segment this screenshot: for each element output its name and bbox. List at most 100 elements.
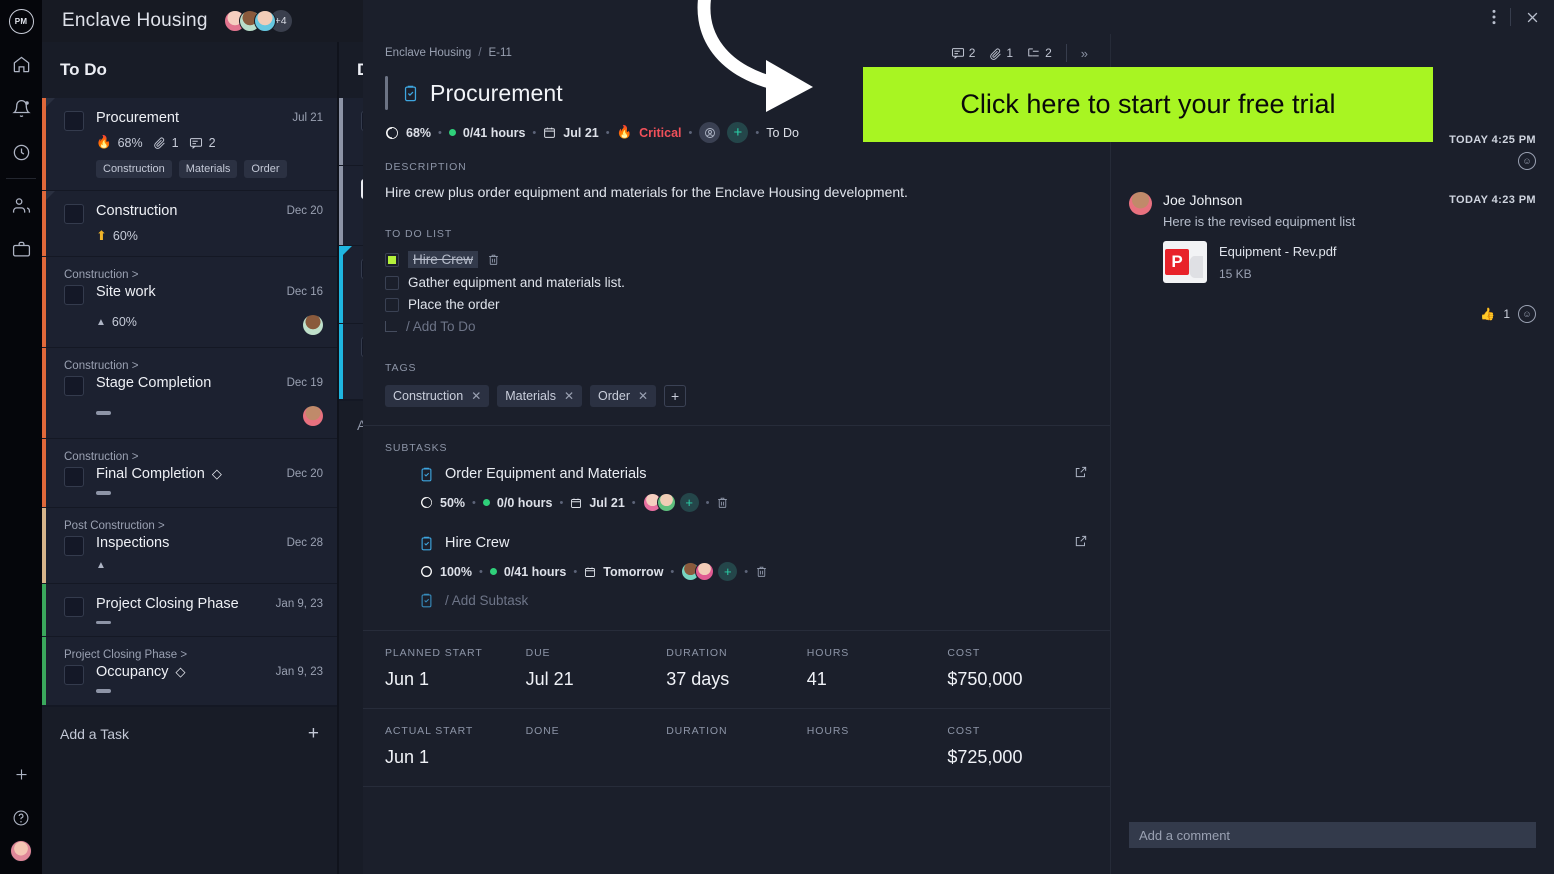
task-checkbox[interactable] <box>64 596 84 617</box>
subtask-progress[interactable]: 50% <box>440 496 465 510</box>
detail-scroll-region[interactable]: DESCRIPTION Hire crew plus order equipme… <box>363 143 1110 874</box>
detail-hours[interactable]: 0/41 hours <box>463 126 526 140</box>
member-avatars[interactable]: +4 <box>223 9 293 33</box>
task-checkbox[interactable] <box>64 665 84 685</box>
subtask-assignees[interactable]: + <box>681 562 738 581</box>
add-task-button[interactable]: Add a Task + <box>42 705 337 761</box>
add-icon[interactable] <box>0 752 42 796</box>
task-card-final-completion[interactable]: Construction > Final Completion ◇ Dec 20 <box>42 439 337 508</box>
open-subtask-icon[interactable] <box>1074 465 1088 483</box>
add-reaction-icon[interactable]: ☺ <box>1518 305 1536 323</box>
dash-icon <box>96 689 111 693</box>
remove-tag-icon[interactable]: ✕ <box>564 389 574 403</box>
detail-priority[interactable]: Critical <box>639 126 681 140</box>
subtask-hours[interactable]: 0/41 hours <box>504 565 567 579</box>
expand-panel-icon[interactable]: » <box>1081 46 1088 61</box>
attachment-count: 1 <box>1006 46 1014 60</box>
subtask-counter[interactable]: 2 <box>1027 46 1052 60</box>
people-icon[interactable] <box>0 183 42 227</box>
task-card-occupancy[interactable]: Project Closing Phase > Occupancy ◇ Jan … <box>42 637 337 706</box>
detail-due-date[interactable]: Jul 21 <box>563 126 598 140</box>
todo-checkbox[interactable] <box>385 252 399 267</box>
add-todo-row[interactable]: / Add To Do <box>385 319 1088 334</box>
task-checkbox[interactable] <box>64 111 84 131</box>
add-reaction-icon[interactable]: ☺ <box>1518 152 1536 170</box>
start-free-trial-button[interactable]: Click here to start your free trial <box>863 67 1433 142</box>
avatar[interactable] <box>253 10 276 32</box>
comment-input[interactable] <box>1139 827 1526 843</box>
remove-tag-icon[interactable]: ✕ <box>638 389 648 403</box>
subtask-due[interactable]: Tomorrow <box>603 565 663 579</box>
help-icon[interactable] <box>0 796 42 840</box>
notifications-icon[interactable] <box>0 86 42 130</box>
close-icon[interactable] <box>1525 10 1540 25</box>
task-card-procurement[interactable]: Procurement Jul 21 🔥 68% 1 2 Constructio… <box>42 98 337 191</box>
tag-chip[interactable]: Materials ✕ <box>497 385 583 407</box>
fact-value[interactable]: $750,000 <box>947 669 1078 690</box>
fact-value[interactable]: $725,000 <box>947 747 1078 768</box>
thumbs-up-icon[interactable]: 👍 <box>1480 307 1495 321</box>
current-user-avatar[interactable] <box>10 840 32 862</box>
time-icon[interactable] <box>0 130 42 174</box>
trash-icon[interactable] <box>755 565 768 578</box>
todo-item[interactable]: Place the order <box>385 297 1088 312</box>
fact-value[interactable]: Jul 21 <box>526 669 657 690</box>
assignee-avatar-icon[interactable] <box>699 122 721 143</box>
subtask-row[interactable]: Order Equipment and Materials 50% • 0/0 … <box>385 465 1088 512</box>
task-checkbox[interactable] <box>64 467 84 487</box>
fact-value[interactable]: Jun 1 <box>385 747 516 768</box>
avatar[interactable] <box>303 315 323 335</box>
add-subtask-row[interactable]: / Add Subtask <box>385 593 1088 608</box>
open-subtask-icon[interactable] <box>1074 534 1088 552</box>
detail-state[interactable]: To Do <box>766 126 799 140</box>
fact-value[interactable]: 37 days <box>666 669 797 690</box>
task-card-stage-completion[interactable]: Construction > Stage Completion Dec 19 <box>42 348 337 439</box>
detail-progress[interactable]: 68% <box>406 126 431 140</box>
add-comment-field[interactable] <box>1129 822 1536 848</box>
subtask-progress[interactable]: 100% <box>440 565 472 579</box>
app-logo[interactable]: PM <box>0 0 42 42</box>
todo-item[interactable]: Hire Crew <box>385 251 1088 268</box>
plus-icon[interactable]: + <box>308 723 319 745</box>
remove-tag-icon[interactable]: ✕ <box>471 389 481 403</box>
comment-attachment[interactable]: P Equipment - Rev.pdf 15 KB <box>1163 241 1536 283</box>
subtask-row[interactable]: Hire Crew 100% • 0/41 hours • Tomorrow •… <box>385 534 1088 581</box>
subtask-assignees[interactable]: + <box>642 493 699 512</box>
task-title: Project Closing Phase <box>96 595 239 612</box>
task-checkbox[interactable] <box>64 535 84 556</box>
trash-icon[interactable] <box>716 496 729 509</box>
task-checkbox[interactable] <box>64 285 84 305</box>
tag-chip[interactable]: Construction ✕ <box>385 385 490 407</box>
subtask-hours[interactable]: 0/0 hours <box>497 496 553 510</box>
add-assignee-icon[interactable]: + <box>718 562 738 581</box>
trash-icon[interactable] <box>487 253 500 266</box>
add-tag-button[interactable]: + <box>664 385 687 407</box>
todo-checkbox[interactable] <box>385 297 399 312</box>
add-assignee-icon[interactable]: + <box>679 493 699 512</box>
portfolio-icon[interactable] <box>0 227 42 271</box>
task-card-inspections[interactable]: Post Construction > Inspections Dec 28 ▲ <box>42 507 337 584</box>
avatar[interactable] <box>1129 192 1152 215</box>
todo-checkbox[interactable] <box>385 275 399 290</box>
attachment-counter[interactable]: 1 <box>989 46 1013 60</box>
avatar[interactable] <box>303 406 323 426</box>
task-card-site-work[interactable]: Construction > Site work Dec 16 ▲ 60% <box>42 257 337 348</box>
kebab-menu-icon[interactable] <box>1492 9 1496 25</box>
subtask-due[interactable]: Jul 21 <box>589 496 624 510</box>
add-assignee-icon[interactable]: + <box>727 122 749 143</box>
comment-counter[interactable]: 2 <box>951 46 975 60</box>
avatar[interactable] <box>656 493 676 512</box>
fact-value[interactable]: 41 <box>807 669 938 690</box>
todo-item[interactable]: Gather equipment and materials list. <box>385 275 1088 290</box>
description-text[interactable]: Hire crew plus order equipment and mater… <box>385 184 1088 200</box>
home-icon[interactable] <box>0 42 42 86</box>
task-card-project-closing-phase[interactable]: Project Closing Phase Jan 9, 23 <box>42 583 337 637</box>
attachment-name[interactable]: Equipment - Rev.pdf <box>1219 244 1337 259</box>
breadcrumb-project[interactable]: Enclave Housing <box>385 47 471 59</box>
task-card-construction[interactable]: Construction Dec 20 ⬆ 60% <box>42 191 337 257</box>
task-checkbox[interactable] <box>64 204 84 224</box>
fact-value[interactable]: Jun 1 <box>385 669 516 690</box>
task-checkbox[interactable] <box>64 376 84 396</box>
avatar[interactable] <box>695 562 715 581</box>
tag-chip[interactable]: Order ✕ <box>590 385 657 407</box>
